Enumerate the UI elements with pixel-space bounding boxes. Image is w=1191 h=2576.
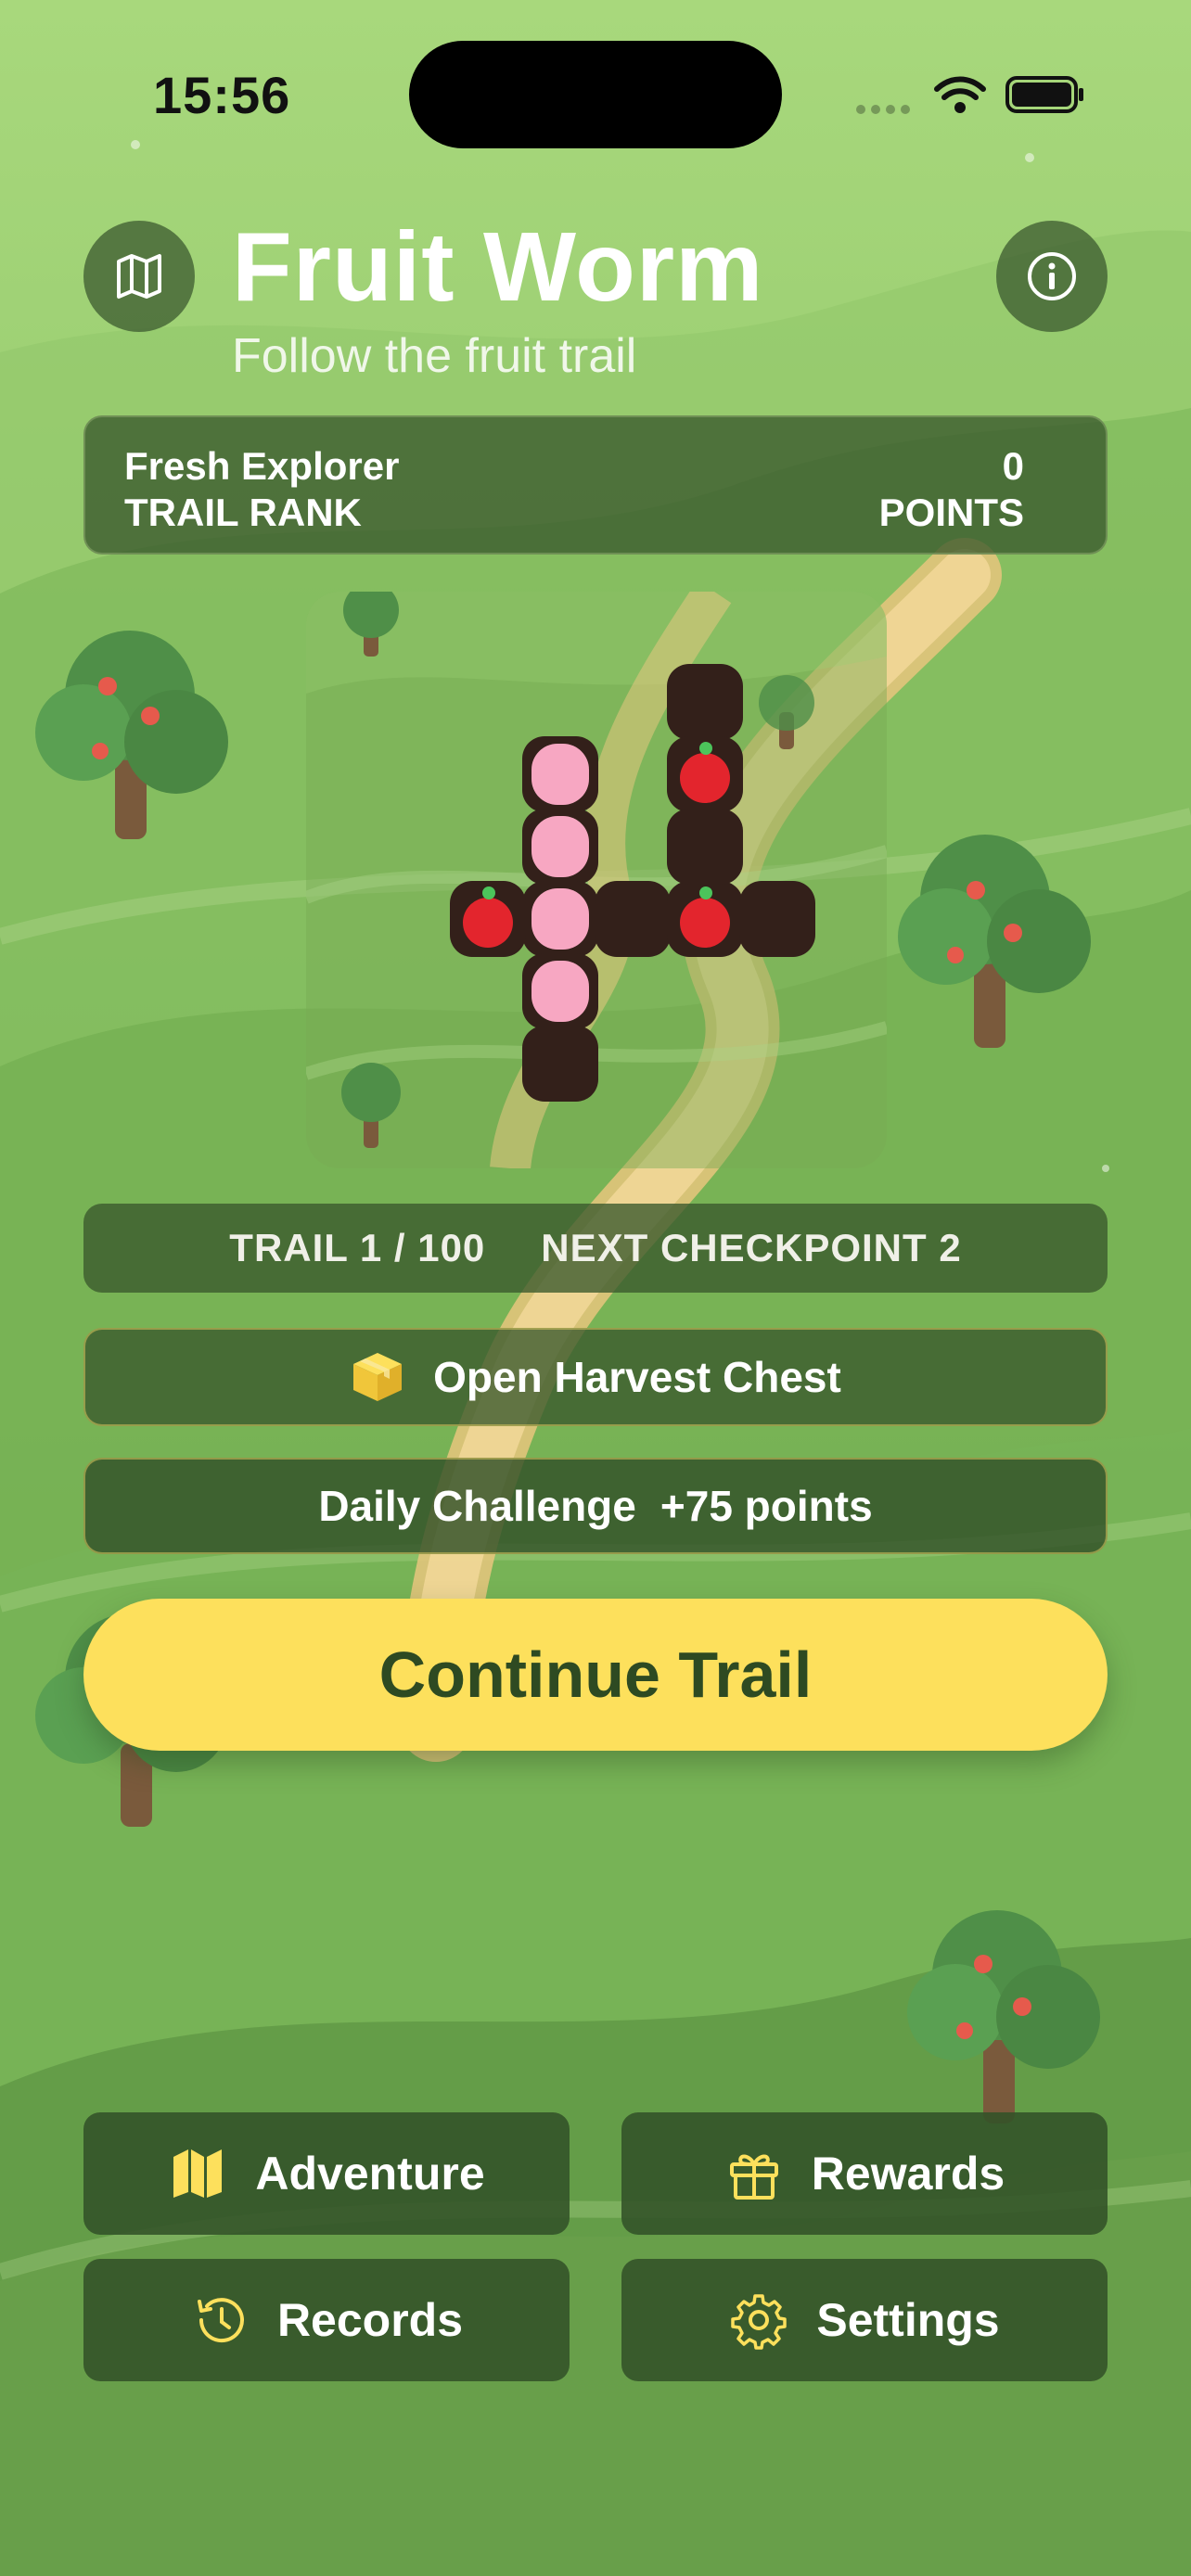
trail-progress: TRAIL 1 / 100 bbox=[229, 1226, 486, 1269]
daily-challenge-label: Daily Challenge bbox=[318, 1482, 636, 1530]
dirt-cell bbox=[595, 881, 671, 957]
rewards-label: Rewards bbox=[811, 2148, 1005, 2200]
worm-segment bbox=[522, 809, 598, 885]
fruit-cell-apple bbox=[667, 881, 743, 957]
app-title: Fruit Worm bbox=[232, 212, 764, 322]
worm-tail bbox=[522, 1026, 598, 1102]
settings-button[interactable]: Settings bbox=[621, 2259, 1108, 2381]
continue-trail-label: Continue Trail bbox=[378, 1639, 813, 1711]
open-harvest-chest-button[interactable]: Open Harvest Chest bbox=[83, 1328, 1108, 1426]
status-icons bbox=[856, 76, 1083, 114]
game-board-preview bbox=[306, 592, 887, 1168]
next-checkpoint: NEXT CHECKPOINT 2 bbox=[541, 1226, 962, 1269]
battery-icon bbox=[1005, 76, 1083, 113]
worm-segment bbox=[522, 953, 598, 1029]
records-label: Records bbox=[276, 2294, 464, 2346]
worm-segment bbox=[522, 881, 598, 957]
trail-progress-panel: TRAIL 1 / 100 NEXT CHECKPOINT 2 bbox=[83, 1204, 1108, 1293]
dirt-cell bbox=[667, 664, 743, 740]
dirt-cell bbox=[739, 881, 815, 957]
worm-segment bbox=[522, 736, 598, 812]
continue-trail-button[interactable]: Continue Trail bbox=[83, 1599, 1108, 1751]
points-label: POINTS bbox=[878, 491, 1024, 534]
chest-icon bbox=[353, 1353, 403, 1401]
dynamic-island bbox=[409, 41, 782, 148]
points-value: 0 bbox=[1002, 444, 1024, 488]
rank-panel: Fresh Explorer TRAIL RANK 0 POINTS bbox=[83, 415, 1108, 555]
map-button[interactable] bbox=[83, 221, 195, 332]
gift-icon bbox=[729, 2154, 778, 2200]
rank-label: TRAIL RANK bbox=[124, 491, 362, 534]
daily-challenge-reward: +75 points bbox=[660, 1482, 873, 1530]
settings-label: Settings bbox=[816, 2294, 1000, 2346]
adventure-label: Adventure bbox=[255, 2148, 485, 2200]
daily-challenge-button[interactable]: Daily Challenge +75 points bbox=[83, 1458, 1108, 1554]
fruit-cell-apple bbox=[667, 736, 743, 812]
map-icon bbox=[173, 2149, 223, 2198]
app-subtitle: Follow the fruit trail bbox=[232, 329, 637, 383]
status-time: 15:56 bbox=[153, 66, 291, 124]
open-harvest-chest-label: Open Harvest Chest bbox=[433, 1353, 841, 1401]
info-icon bbox=[1028, 252, 1076, 300]
info-button[interactable] bbox=[996, 221, 1108, 332]
history-icon bbox=[197, 2298, 244, 2343]
adventure-button[interactable]: Adventure bbox=[83, 2112, 570, 2235]
gear-icon bbox=[731, 2294, 788, 2350]
rank-name: Fresh Explorer bbox=[124, 444, 400, 488]
dirt-cell bbox=[667, 809, 743, 885]
fruit-cell-apple bbox=[450, 881, 526, 957]
cellular-dots-icon bbox=[856, 105, 910, 114]
map-icon bbox=[117, 254, 161, 299]
records-button[interactable]: Records bbox=[83, 2259, 570, 2381]
rewards-button[interactable]: Rewards bbox=[621, 2112, 1108, 2235]
wifi-icon bbox=[934, 76, 986, 113]
